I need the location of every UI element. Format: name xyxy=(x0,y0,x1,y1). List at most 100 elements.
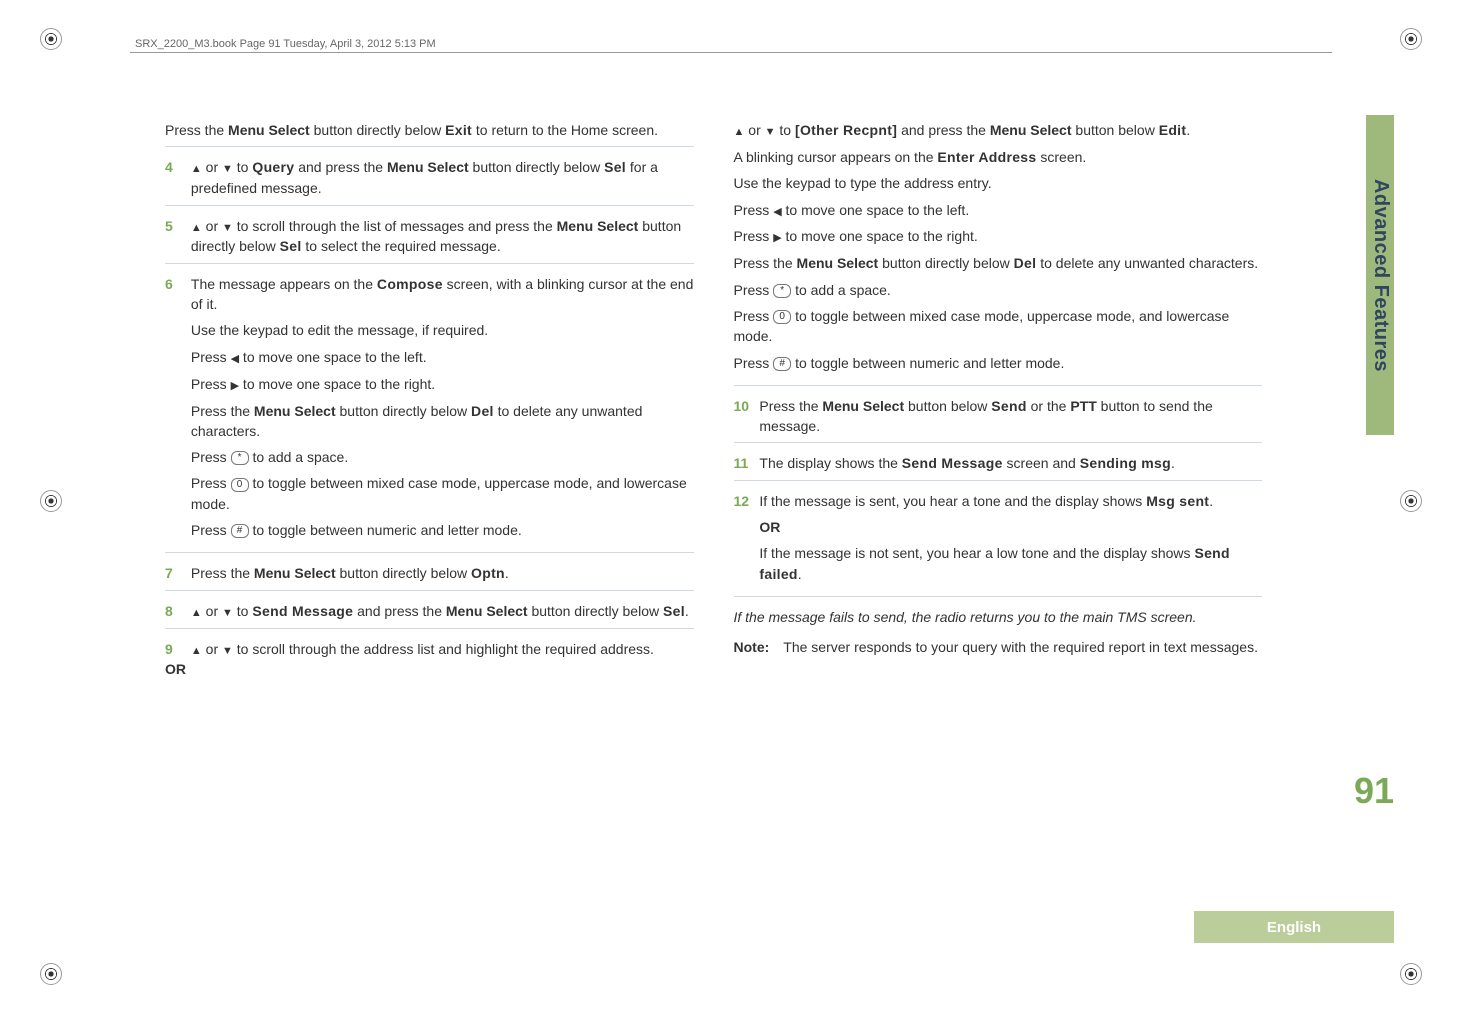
enter-address-label: Enter Address xyxy=(937,149,1036,165)
text: to move one space to the left. xyxy=(239,349,427,365)
other-recpnt-label: [Other Recpnt] xyxy=(795,122,897,138)
down-arrow-icon: ▼ xyxy=(765,126,776,138)
text: to scroll through the list of messages a… xyxy=(233,218,557,234)
text: to toggle between numeric and letter mod… xyxy=(791,355,1064,371)
page-body: Press the Menu Select button directly be… xyxy=(165,120,1322,933)
edit-label: Edit xyxy=(1159,122,1187,138)
step-number: 12 xyxy=(734,491,756,511)
down-arrow-icon: ▼ xyxy=(222,222,233,234)
menu-select-label: Menu Select xyxy=(822,398,904,414)
left-arrow-icon: ◀ xyxy=(231,353,239,365)
text: If the message is not sent, you hear a l… xyxy=(759,545,1194,561)
crop-mark-icon xyxy=(1400,490,1422,512)
menu-select-label: Menu Select xyxy=(387,159,469,175)
text: Use the keypad to edit the message, if r… xyxy=(191,320,694,340)
step-7: 7 Press the Menu Select button directly … xyxy=(165,563,694,590)
step-12: 12 If the message is sent, you hear a to… xyxy=(734,491,1263,597)
step-number: 9 xyxy=(165,639,187,659)
text: Press xyxy=(734,355,774,371)
text: Press the xyxy=(734,255,797,271)
step-8: 8 ▲ or ▼ to Send Message and press the M… xyxy=(165,601,694,629)
text: Press xyxy=(734,202,774,218)
step-4: 4 ▲ or ▼ to Query and press the Menu Sel… xyxy=(165,157,694,205)
menu-select-label: Menu Select xyxy=(228,122,310,138)
star-key-icon: * xyxy=(773,284,791,298)
text: screen. xyxy=(1036,149,1086,165)
text: Press xyxy=(191,449,231,465)
text: . xyxy=(505,565,509,581)
down-arrow-icon: ▼ xyxy=(222,607,233,619)
text: to move one space to the right. xyxy=(239,376,435,392)
query-label: Query xyxy=(252,159,294,175)
star-key-icon: * xyxy=(231,451,249,465)
right-arrow-icon: ▶ xyxy=(231,380,239,392)
step-number: 4 xyxy=(165,157,187,177)
text: Press xyxy=(191,475,231,491)
or: or xyxy=(744,122,764,138)
sel-label: Sel xyxy=(604,159,626,175)
crop-mark-icon xyxy=(1400,963,1422,985)
to: to xyxy=(233,159,252,175)
del-label: Del xyxy=(1014,255,1037,271)
text: button below xyxy=(904,398,991,414)
text: to add a space. xyxy=(249,449,349,465)
text: and press the xyxy=(294,159,387,175)
menu-select-label: Menu Select xyxy=(254,565,336,581)
hash-key-icon: # xyxy=(231,524,249,538)
text: Press the xyxy=(165,122,228,138)
optn-label: Optn xyxy=(471,565,505,581)
text: Press xyxy=(191,376,231,392)
or-label: OR xyxy=(165,661,186,677)
fail-note: If the message fails to send, the radio … xyxy=(734,607,1263,627)
page-number: 91 xyxy=(1354,770,1394,812)
step-9-cont: ▲ or ▼ to [Other Recpnt] and press the M… xyxy=(734,120,1263,386)
text: Press xyxy=(734,282,774,298)
or: or xyxy=(202,603,222,619)
text: to toggle between mixed case mode, upper… xyxy=(191,475,687,511)
text: or the xyxy=(1027,398,1071,414)
text: . xyxy=(1186,122,1190,138)
step-9: 9 ▲ or ▼ to scroll through the address l… xyxy=(165,639,694,680)
text: Press the xyxy=(191,403,254,419)
text: button directly below xyxy=(528,603,663,619)
text: to move one space to the left. xyxy=(782,202,970,218)
note-block: Note: The server responds to your query … xyxy=(734,637,1263,657)
text: button directly below xyxy=(336,403,471,419)
left-column: Press the Menu Select button directly be… xyxy=(165,120,694,933)
header-text: SRX_2200_M3.book Page 91 Tuesday, April … xyxy=(135,38,436,50)
step-number: 6 xyxy=(165,274,187,294)
step-11: 11 The display shows the Send Message sc… xyxy=(734,453,1263,480)
crop-mark-icon xyxy=(40,963,62,985)
text: button directly below xyxy=(878,255,1013,271)
text: button directly below xyxy=(310,122,445,138)
to: to xyxy=(776,122,795,138)
send-message-label: Send Message xyxy=(252,603,353,619)
zero-key-icon: 0 xyxy=(773,310,791,324)
text: Press xyxy=(734,228,774,244)
send-label: Send xyxy=(991,398,1026,414)
step-6: 6 The message appears on the Compose scr… xyxy=(165,274,694,554)
text: to toggle between mixed case mode, upper… xyxy=(734,308,1230,344)
menu-select-label: Menu Select xyxy=(446,603,528,619)
up-arrow-icon: ▲ xyxy=(734,126,745,138)
zero-key-icon: 0 xyxy=(231,478,249,492)
sel-label: Sel xyxy=(663,603,685,619)
text: The message appears on the xyxy=(191,276,377,292)
text: Press the xyxy=(759,398,822,414)
menu-select-label: Menu Select xyxy=(557,218,639,234)
text: . xyxy=(1171,455,1175,471)
or: or xyxy=(202,641,222,657)
text: to toggle between numeric and letter mod… xyxy=(249,522,522,538)
up-arrow-icon: ▲ xyxy=(191,645,202,657)
step-10: 10 Press the Menu Select button below Se… xyxy=(734,396,1263,444)
side-tab-label: Advanced Features xyxy=(1369,178,1392,371)
text: Press the xyxy=(191,565,254,581)
text: . xyxy=(685,603,689,619)
note-label: Note: xyxy=(734,637,770,657)
msg-sent-label: Msg sent xyxy=(1146,493,1209,509)
text: and press the xyxy=(353,603,446,619)
text: to scroll through the address list and h… xyxy=(233,641,654,657)
text: button below xyxy=(1072,122,1159,138)
ptt-label: PTT xyxy=(1070,398,1096,414)
text: Press xyxy=(191,349,231,365)
